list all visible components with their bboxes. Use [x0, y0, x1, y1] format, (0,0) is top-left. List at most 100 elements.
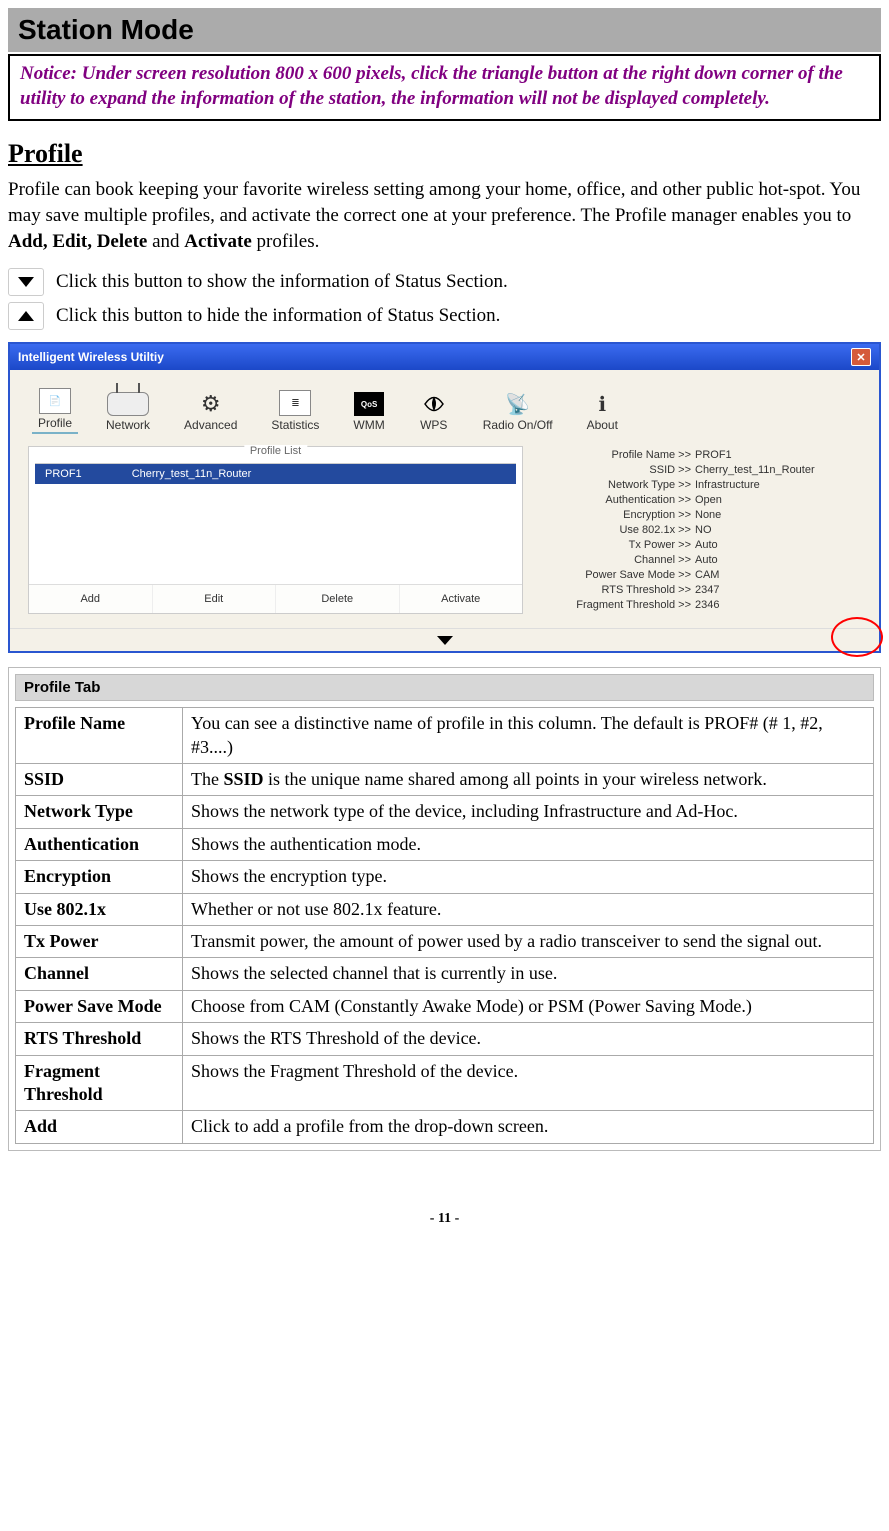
statistics-icon: ≣: [279, 390, 311, 416]
tab-advanced[interactable]: ⚙ Advanced: [178, 388, 243, 434]
term-cell: Power Save Mode: [16, 990, 183, 1022]
detail-value: Cherry_test_11n_Router: [695, 464, 815, 476]
add-button[interactable]: Add: [29, 585, 153, 613]
detail-value: Infrastructure: [695, 479, 760, 491]
about-icon: ℹ: [587, 392, 617, 416]
expand-triangle-down-icon: [437, 636, 453, 645]
term-cell: Add: [16, 1111, 183, 1143]
table-row: AuthenticationShows the authentication m…: [16, 828, 874, 860]
detail-row: Authentication >>Open: [531, 494, 861, 506]
detail-value: None: [695, 509, 721, 521]
delete-button[interactable]: Delete: [276, 585, 400, 613]
window-close-button[interactable]: ✕: [851, 348, 871, 366]
profile-panel: Profile List PROF1 Cherry_test_11n_Route…: [28, 446, 523, 614]
desc-cell: Shows the authentication mode.: [183, 828, 874, 860]
edit-button[interactable]: Edit: [153, 585, 277, 613]
paragraph-bold1: Add, Edit, Delete: [8, 231, 147, 252]
table-row: Use 802.1xWhether or not use 802.1x feat…: [16, 893, 874, 925]
tab-statistics[interactable]: ≣ Statistics: [265, 386, 325, 434]
detail-value: CAM: [695, 569, 719, 581]
app-title: Intelligent Wireless Utiltiy: [18, 350, 164, 364]
tab-radio[interactable]: 📡 Radio On/Off: [477, 388, 559, 434]
expand-bar-wrap: [10, 628, 879, 651]
wmm-icon: QoS: [354, 392, 384, 416]
term-cell: RTS Threshold: [16, 1023, 183, 1055]
detail-row: Use 802.1x >>NO: [531, 524, 861, 536]
profile-list-label: Profile List: [244, 445, 307, 457]
table-row: Network TypeShows the network type of th…: [16, 796, 874, 828]
table-row: Fragment ThresholdShows the Fragment Thr…: [16, 1055, 874, 1111]
detail-row: RTS Threshold >>2347: [531, 584, 861, 596]
desc-cell: Shows the encryption type.: [183, 861, 874, 893]
tab-profile[interactable]: 📄 Profile: [32, 384, 78, 434]
detail-label: Tx Power >>: [531, 539, 695, 551]
detail-label: Fragment Threshold >>: [531, 599, 695, 611]
detail-row: Fragment Threshold >>2346: [531, 599, 861, 611]
detail-value: Open: [695, 494, 722, 506]
desc-cell: Click to add a profile from the drop-dow…: [183, 1111, 874, 1143]
paragraph-mid: and: [152, 231, 184, 252]
hide-info-text: Click this button to hide the informatio…: [56, 305, 500, 327]
term-cell: SSID: [16, 764, 183, 796]
router-icon: [107, 392, 149, 416]
app-title-bar: Intelligent Wireless Utiltiy ✕: [10, 344, 879, 370]
tab-wmm[interactable]: QoS WMM: [347, 388, 390, 434]
detail-row: SSID >>Cherry_test_11n_Router: [531, 464, 861, 476]
main-title-bar: Station Mode: [8, 8, 881, 52]
notice-box: Notice: Under screen resolution 800 x 60…: [8, 54, 881, 121]
desc-cell: The SSID is the unique name shared among…: [183, 764, 874, 796]
profile-button-row: Add Edit Delete Activate: [29, 584, 522, 613]
detail-label: SSID >>: [531, 464, 695, 476]
profile-list-group: Profile List PROF1 Cherry_test_11n_Route…: [35, 453, 516, 584]
term-cell: Fragment Threshold: [16, 1055, 183, 1111]
detail-row: Channel >>Auto: [531, 554, 861, 566]
term-cell: Authentication: [16, 828, 183, 860]
detail-row: Profile Name >>PROF1: [531, 449, 861, 461]
table-row: ChannelShows the selected channel that i…: [16, 958, 874, 990]
activate-button[interactable]: Activate: [400, 585, 523, 613]
detail-label: Power Save Mode >>: [531, 569, 695, 581]
tab-label: Network: [106, 418, 150, 432]
detail-row: Network Type >>Infrastructure: [531, 479, 861, 491]
desc-cell: Choose from CAM (Constantly Awake Mode) …: [183, 990, 874, 1022]
profile-tab-box: Profile Tab Profile NameYou can see a di…: [8, 667, 881, 1150]
desc-cell: Transmit power, the amount of power used…: [183, 926, 874, 958]
page-title: Station Mode: [18, 14, 871, 46]
triangle-up-icon: [18, 311, 34, 321]
detail-value: 2346: [695, 599, 719, 611]
table-row: Profile NameYou can see a distinctive na…: [16, 708, 874, 764]
desc-cell: You can see a distinctive name of profil…: [183, 708, 874, 764]
expand-bar[interactable]: [10, 628, 879, 651]
tab-about[interactable]: ℹ About: [581, 388, 624, 434]
detail-label: RTS Threshold >>: [531, 584, 695, 596]
term-cell: Profile Name: [16, 708, 183, 764]
expand-down-icon[interactable]: [8, 268, 44, 296]
detail-value: NO: [695, 524, 712, 536]
page-number: - 11 -: [8, 1211, 881, 1227]
collapse-up-icon[interactable]: [8, 302, 44, 330]
tab-wps[interactable]: WPS: [413, 388, 455, 434]
table-row: Power Save ModeChoose from CAM (Constant…: [16, 990, 874, 1022]
desc-cell: Shows the selected channel that is curre…: [183, 958, 874, 990]
detail-label: Network Type >>: [531, 479, 695, 491]
detail-row: Encryption >>None: [531, 509, 861, 521]
desc-cell: Shows the RTS Threshold of the device.: [183, 1023, 874, 1055]
tab-label: Profile: [38, 416, 72, 430]
tab-network[interactable]: Network: [100, 388, 156, 434]
profile-icon: 📄: [39, 388, 71, 414]
table-row: SSIDThe SSID is the unique name shared a…: [16, 764, 874, 796]
tab-label: Advanced: [184, 418, 237, 432]
desc-cell: Shows the Fragment Threshold of the devi…: [183, 1055, 874, 1111]
wps-icon: [419, 392, 449, 416]
show-info-row: Click this button to show the informatio…: [8, 268, 881, 296]
table-row: AddClick to add a profile from the drop-…: [16, 1111, 874, 1143]
profile-tab-table: Profile NameYou can see a distinctive na…: [15, 707, 874, 1143]
radio-icon: 📡: [503, 392, 533, 416]
profile-row-ssid: Cherry_test_11n_Router: [132, 468, 252, 480]
detail-panel: Profile Name >>PROF1 SSID >>Cherry_test_…: [531, 446, 861, 614]
app-window: Intelligent Wireless Utiltiy ✕ 📄 Profile…: [8, 342, 881, 653]
paragraph-bold2: Activate: [184, 231, 252, 252]
term-cell: Encryption: [16, 861, 183, 893]
tab-label: WMM: [353, 418, 384, 432]
profile-row-selected[interactable]: PROF1 Cherry_test_11n_Router: [35, 464, 516, 484]
